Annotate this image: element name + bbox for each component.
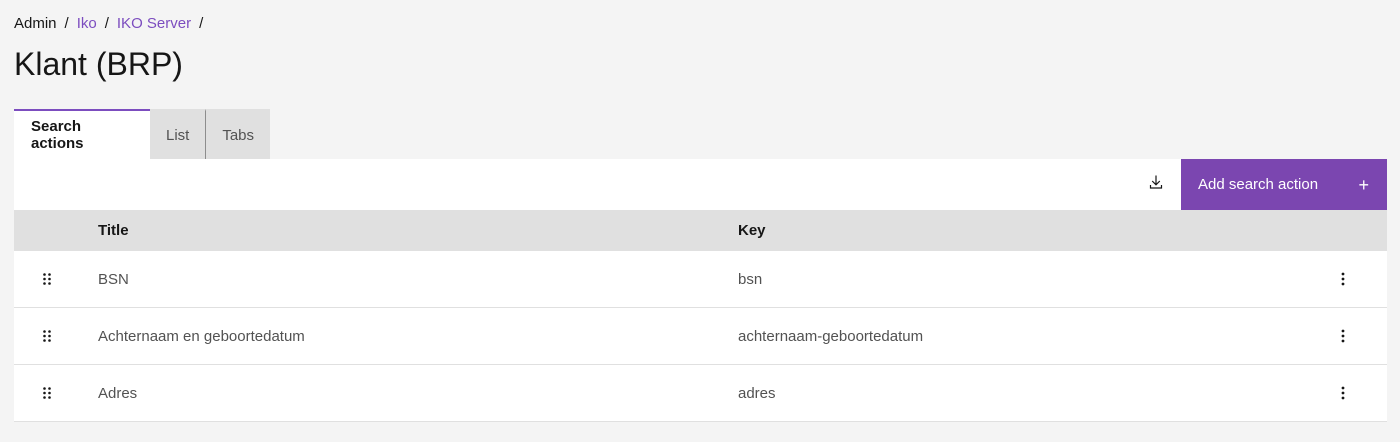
table-row: Adres adres [14, 365, 1387, 422]
add-search-action-button[interactable]: Add search action + [1181, 159, 1387, 210]
tab-list: Search actions List Tabs [14, 109, 271, 159]
add-search-action-label: Add search action [1198, 176, 1319, 193]
table-header: Title Key [14, 210, 1387, 251]
download-icon [1148, 174, 1164, 195]
column-header-title: Title [98, 222, 129, 239]
drag-handle-icon[interactable] [14, 329, 98, 343]
breadcrumb-link-iko-server[interactable]: IKO Server [117, 14, 191, 34]
breadcrumb-separator: / [64, 15, 69, 32]
row-key: achternaam-geboortedatum [738, 327, 924, 345]
column-header-key: Key [738, 222, 766, 239]
page-title: Klant (BRP) [14, 46, 183, 82]
overflow-menu-icon[interactable] [1331, 324, 1355, 348]
breadcrumb-admin: Admin [14, 15, 57, 32]
search-actions-panel: Add search action + Title Key BSN bsn Ac… [14, 159, 1387, 422]
row-title: BSN [98, 270, 129, 288]
table-row: BSN bsn [14, 251, 1387, 308]
drag-handle-icon[interactable] [14, 386, 98, 400]
row-menu-cell [1298, 381, 1387, 405]
row-menu-cell [1298, 324, 1387, 348]
table-toolbar: Add search action + [14, 159, 1387, 210]
tab-list[interactable]: List [150, 109, 207, 159]
overflow-menu-icon[interactable] [1331, 267, 1355, 291]
tab-search-actions[interactable]: Search actions [14, 109, 150, 159]
drag-handle-icon[interactable] [14, 272, 98, 286]
overflow-menu-icon[interactable] [1331, 381, 1355, 405]
table-row: Achternaam en geboortedatum achternaam-g… [14, 308, 1387, 365]
download-button[interactable] [1131, 159, 1181, 210]
breadcrumb-separator: / [104, 15, 109, 32]
row-key: adres [738, 384, 776, 402]
plus-icon: + [1358, 174, 1369, 195]
breadcrumb-separator: / [199, 15, 204, 32]
row-title: Adres [98, 384, 138, 402]
row-key: bsn [738, 270, 763, 288]
breadcrumb: Admin / Iko / IKO Server / [14, 14, 211, 34]
row-menu-cell [1298, 267, 1387, 291]
row-title: Achternaam en geboortedatum [98, 327, 305, 345]
breadcrumb-link-iko[interactable]: Iko [77, 14, 97, 34]
tab-tabs[interactable]: Tabs [206, 109, 271, 159]
